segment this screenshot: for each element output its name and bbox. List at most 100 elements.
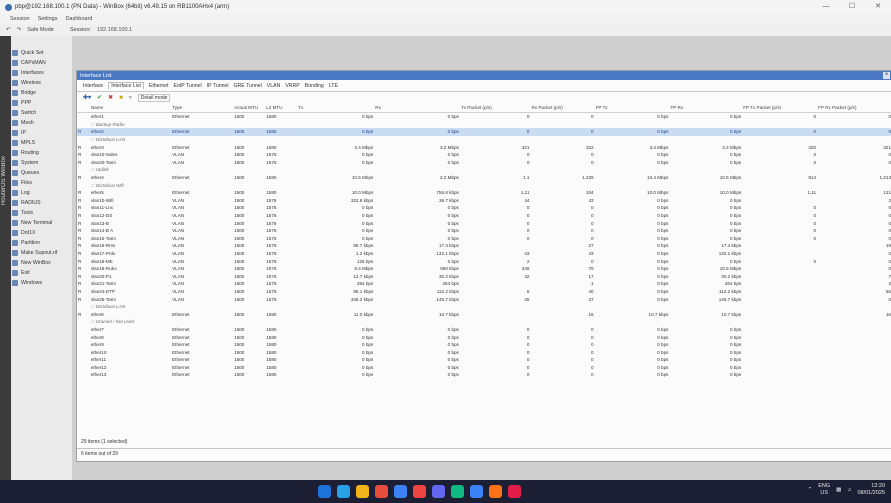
tab-ethernet[interactable]: Ethernet <box>149 83 169 89</box>
table-row[interactable]: Rvlan10-Wifi VLAN 1500 1576 322.6 kbps 36.7 k… <box>77 197 891 205</box>
table-row[interactable]: Rvlan21-Tami VLAN 1500 1576 264 bps 264 bps 1 0… <box>77 280 891 288</box>
column-header[interactable]: FP Tx <box>594 103 670 113</box>
sidebar-item-exit[interactable]: Exit <box>12 268 72 278</box>
sidebar-item-routing[interactable]: Routing <box>12 148 72 158</box>
table-row[interactable]: Rvlan18-ME VLAN 1500 1576 128 bps 0 bps 2 0 0 bp… <box>77 257 891 265</box>
sidebar-item-wireless[interactable]: Wireless <box>12 78 72 88</box>
sidebar-item-tools[interactable]: Tools <box>12 208 72 218</box>
sidebar-item-new-terminal[interactable]: New Terminal <box>12 218 72 228</box>
column-header[interactable]: Tx <box>297 103 375 113</box>
tab-lte[interactable]: LTE <box>329 83 338 89</box>
table-row[interactable]: Rvlan20-Tami VLAN 1500 1576 0 bps 0 bps 0 0 0 bp… <box>77 159 891 167</box>
group-comment-row[interactable]: ::: Unused / Not used <box>77 318 891 326</box>
tab-ip-tunnel[interactable]: IP Tunnel <box>207 83 229 89</box>
column-header[interactable]: Name <box>89 103 172 113</box>
table-row[interactable]: Rvlan10-Sales VLAN 1500 1576 0 bps 0 bps 0 0 0 b… <box>77 151 891 159</box>
table-row[interactable]: Rvlan20-P1 VLAN 1500 1576 12.7 kbps 30.2 kbps… <box>77 272 891 280</box>
table-row[interactable]: ether10 Ethernet 1500 1580 0 bps 0 bps 0 0 0 bps… <box>77 348 891 356</box>
column-header[interactable]: FP Rx <box>669 103 743 113</box>
sidebar-item-ip[interactable]: IP <box>12 128 72 138</box>
taskbar-app-icon[interactable] <box>318 485 331 498</box>
clock[interactable]: 13:20 08/01/2025 <box>857 483 885 497</box>
undo-icon[interactable]: ↶ <box>6 27 11 33</box>
table-row[interactable]: Rvlan17-Prdx VLAN 1500 1576 1.2 kbps 132.1 kb… <box>77 250 891 258</box>
table-row[interactable]: Rether5 Ethernet 1500 1580 10.0 Mbps 755.6 kb… <box>77 189 891 197</box>
interface-list-titlebar[interactable]: Interface List × <box>77 71 891 80</box>
table-row[interactable]: Rvlan13-B VLAN 1500 1576 0 bps 0 bps 0 0 0 bps 0 … <box>77 219 891 227</box>
column-header[interactable] <box>77 103 90 113</box>
close-button[interactable]: ✕ <box>865 0 891 14</box>
taskbar-app-icon[interactable] <box>470 485 483 498</box>
group-comment-row[interactable]: ::: Distribusi LAN <box>77 136 891 144</box>
menu-session[interactable]: Session <box>10 16 30 22</box>
sidebar-item-mesh[interactable]: Mesh <box>12 118 72 128</box>
table-row[interactable]: Rvlan14-B A VLAN 1500 1576 0 bps 0 bps 0 0 0 bps… <box>77 227 891 235</box>
table-row[interactable]: Rvlan15-Tami VLAN 1500 1576 0 bps 0 bps 0 0 0 bp… <box>77 235 891 243</box>
table-row[interactable]: Rvlan12-DS VLAN 1500 1576 0 bps 0 bps 0 0 0 bps 0… <box>77 212 891 220</box>
network-icon[interactable]: ▩ <box>836 487 841 493</box>
table-row[interactable]: Rvlan11-Lnx VLAN 1500 1576 0 bps 0 bps 0 0 0 bps… <box>77 204 891 212</box>
column-header[interactable]: L2 MTU <box>265 103 298 113</box>
sidebar-item-log[interactable]: Log <box>12 188 72 198</box>
volume-icon[interactable]: ♫ <box>847 487 851 493</box>
column-header[interactable]: Actual MTU <box>233 103 266 113</box>
minimize-button[interactable]: — <box>813 0 839 14</box>
filter-icon[interactable]: ▿ <box>129 94 132 101</box>
table-row[interactable]: ether11 Ethernet 1500 1580 0 bps 0 bps 0 0 0 bps… <box>77 356 891 364</box>
taskbar-app-icon[interactable] <box>432 485 445 498</box>
sidebar-item-mpls[interactable]: MPLS <box>12 138 72 148</box>
sidebar-item-ppp[interactable]: PPP <box>12 98 72 108</box>
disable-icon[interactable]: ✖ <box>108 94 113 101</box>
chevron-up-icon[interactable]: ⌃ <box>808 487 813 493</box>
comment-icon[interactable]: ■ <box>119 95 123 101</box>
sidebar-item-dot1x[interactable]: Dot1X <box>12 228 72 238</box>
column-header[interactable]: Type <box>171 103 234 113</box>
column-header[interactable]: FP Rx Packet (p/s) <box>817 103 891 113</box>
table-row[interactable]: Rvlan24-DTP VLAN 1500 1576 95.1 kbps 112.2 kb… <box>77 288 891 296</box>
table-row[interactable]: Rether2 Ethernet 1500 1580 0 bps 0 bps 0 0 0 bps… <box>77 128 891 136</box>
table-row[interactable]: Rvlan19-Ruko VLAN 1500 1576 9.4 Mbps 560 kbps… <box>77 265 891 273</box>
sidebar-item-system[interactable]: System <box>12 158 72 168</box>
tab-eoip-tunnel[interactable]: EoIP Tunnel <box>174 83 202 89</box>
safe-mode-button[interactable]: Safe Mode <box>27 27 54 33</box>
window-close-icon[interactable]: × <box>883 72 890 79</box>
sidebar-item-radius[interactable]: RADIUS <box>12 198 72 208</box>
sidebar-item-bridge[interactable]: Bridge <box>12 88 72 98</box>
table-row[interactable]: Rvlan25-Tami VLAN 1500 1576 346.2 kbps 145.7 … <box>77 295 891 303</box>
tab-interface-list[interactable]: Interface List <box>108 82 144 89</box>
sidebar-item-files[interactable]: Files <box>12 178 72 188</box>
menu-settings[interactable]: Settings <box>38 16 58 22</box>
taskbar-app-icon[interactable] <box>413 485 426 498</box>
restore-button[interactable]: ☐ <box>839 0 865 14</box>
tab-vrrp[interactable]: VRRP <box>285 83 299 89</box>
table-row[interactable]: ether12 Ethernet 1500 1580 0 bps 0 bps 0 0 0 bps… <box>77 364 891 372</box>
sidebar-item-queues[interactable]: Queues <box>12 168 72 178</box>
add-icon[interactable]: ✚▾ <box>83 94 91 101</box>
taskbar-app-icon[interactable] <box>508 485 521 498</box>
sidebar-item-capsman[interactable]: CAPsMAN <box>12 58 72 68</box>
taskbar-app-icon[interactable] <box>394 485 407 498</box>
sidebar-item-interfaces[interactable]: Interfaces <box>12 68 72 78</box>
group-comment-row[interactable]: ::: Backup Radio <box>77 121 891 129</box>
table-row[interactable]: ether9 Ethernet 1500 1580 0 bps 0 bps 0 0 0 bps 0… <box>77 341 891 349</box>
taskbar-app-icon[interactable] <box>375 485 388 498</box>
taskbar-app-icon[interactable] <box>337 485 350 498</box>
table-row[interactable]: Rether6 Ethernet 1500 1580 11.0 kbps 10.7 kbp… <box>77 310 891 318</box>
group-comment-row[interactable]: ::: Distribusi Wifi <box>77 181 891 189</box>
table-row[interactable]: ether8 Ethernet 1500 1580 0 bps 0 bps 0 0 0 bps 0… <box>77 333 891 341</box>
sidebar-item-windows[interactable]: Windows <box>12 278 72 288</box>
detail-mode-button[interactable]: Detail mode <box>137 93 171 102</box>
column-header[interactable]: Rx <box>374 103 460 113</box>
tab-bonding[interactable]: Bonding <box>305 83 324 89</box>
language-indicator[interactable]: ENG US <box>818 483 830 497</box>
table-row[interactable]: ether7 Ethernet 1500 1580 0 bps 0 bps 0 0 0 bps 0… <box>77 326 891 334</box>
taskbar-app-icon[interactable] <box>356 485 369 498</box>
tab-gre-tunnel[interactable]: GRE Tunnel <box>234 83 262 89</box>
menu-dashboard[interactable]: Dashboard <box>65 16 92 22</box>
sidebar-item-partition[interactable]: Partition <box>12 238 72 248</box>
redo-icon[interactable]: ↷ <box>17 27 22 33</box>
table-row[interactable]: Rether4 Ethernet 1500 1580 10.5 Mbps 2.2 Mbps… <box>77 174 891 182</box>
table-row[interactable]: ether13 Ethernet 1500 1580 0 bps 0 bps 0 0 0 bps… <box>77 371 891 379</box>
tab-interface[interactable]: Interface <box>83 83 103 89</box>
table-row[interactable]: ether1 Ethernet 1500 1580 0 bps 0 bps 0 0 0 bps 0… <box>77 113 891 121</box>
